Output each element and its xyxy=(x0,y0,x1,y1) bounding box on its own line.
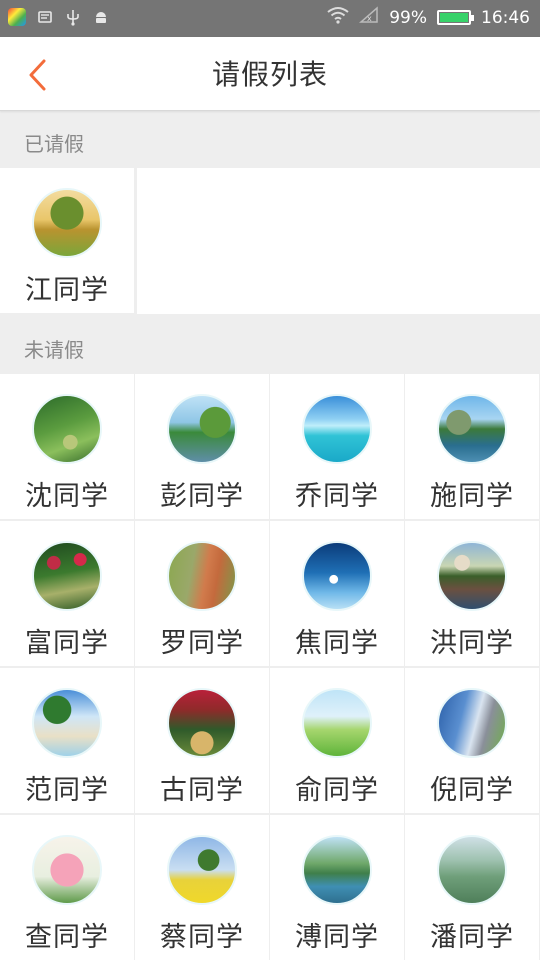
svg-text:x: x xyxy=(367,14,372,23)
android-debug-icon xyxy=(92,8,110,26)
student-avatar xyxy=(302,541,372,611)
student-card[interactable]: 沈同学 xyxy=(0,374,134,519)
student-avatar xyxy=(302,688,372,758)
student-avatar xyxy=(437,835,507,905)
app-notification-icon xyxy=(8,8,26,26)
student-avatar xyxy=(32,835,102,905)
battery-level xyxy=(440,13,468,22)
student-card[interactable]: 江同学 xyxy=(0,168,134,313)
student-card[interactable]: 溥同学 xyxy=(270,815,404,960)
section-label-not-on-leave: 未请假 xyxy=(24,338,84,362)
student-card[interactable]: 俞同学 xyxy=(270,668,404,813)
student-avatar xyxy=(32,394,102,464)
student-card[interactable]: 古同学 xyxy=(135,668,269,813)
student-name: 江同学 xyxy=(25,275,109,306)
student-avatar xyxy=(167,541,237,611)
clock: 16:46 xyxy=(481,7,530,28)
student-card[interactable]: 富同学 xyxy=(0,521,134,666)
message-notification-icon xyxy=(36,8,54,26)
student-name: 施同学 xyxy=(430,481,514,512)
status-indicators: x 99% 16:46 xyxy=(327,6,530,29)
student-name: 范同学 xyxy=(25,775,109,806)
student-avatar xyxy=(437,541,507,611)
student-name: 潘同学 xyxy=(430,922,514,953)
signal-icon: x xyxy=(359,6,379,29)
student-card[interactable]: 蔡同学 xyxy=(135,815,269,960)
student-name: 富同学 xyxy=(25,628,109,659)
student-avatar xyxy=(167,688,237,758)
student-avatar xyxy=(32,541,102,611)
student-card[interactable]: 范同学 xyxy=(0,668,134,813)
student-avatar xyxy=(437,688,507,758)
section-label-on-leave: 已请假 xyxy=(24,132,84,156)
status-notifications xyxy=(8,8,110,26)
student-name: 罗同学 xyxy=(160,628,244,659)
student-card[interactable]: 焦同学 xyxy=(270,521,404,666)
student-avatar xyxy=(302,394,372,464)
student-name: 古同学 xyxy=(160,775,244,806)
page-title: 请假列表 xyxy=(211,58,328,91)
battery-percent: 99% xyxy=(389,7,427,28)
wifi-icon xyxy=(327,6,349,29)
student-avatar xyxy=(437,394,507,464)
student-card[interactable]: 施同学 xyxy=(405,374,539,519)
on-leave-empty-area xyxy=(137,168,540,314)
student-card[interactable]: 潘同学 xyxy=(405,815,539,960)
student-card[interactable]: 彭同学 xyxy=(135,374,269,519)
status-bar: x 99% 16:46 xyxy=(0,0,540,37)
student-card[interactable]: 倪同学 xyxy=(405,668,539,813)
student-avatar xyxy=(32,188,102,258)
student-card[interactable]: 查同学 xyxy=(0,815,134,960)
student-name: 查同学 xyxy=(25,922,109,953)
student-name: 乔同学 xyxy=(295,481,379,512)
student-name: 溥同学 xyxy=(295,922,379,953)
student-avatar xyxy=(167,835,237,905)
student-name: 俞同学 xyxy=(295,775,379,806)
student-avatar xyxy=(32,688,102,758)
student-name: 蔡同学 xyxy=(160,922,244,953)
student-name: 倪同学 xyxy=(430,775,514,806)
student-card[interactable]: 乔同学 xyxy=(270,374,404,519)
student-card[interactable]: 洪同学 xyxy=(405,521,539,666)
usb-icon xyxy=(64,8,82,26)
student-name: 焦同学 xyxy=(295,628,379,659)
student-name: 洪同学 xyxy=(430,628,514,659)
app-header: 请假列表 xyxy=(0,37,540,111)
student-card[interactable]: 罗同学 xyxy=(135,521,269,666)
student-name: 沈同学 xyxy=(25,481,109,512)
student-avatar xyxy=(167,394,237,464)
battery-icon xyxy=(437,10,474,25)
student-name: 彭同学 xyxy=(160,481,244,512)
student-avatar xyxy=(302,835,372,905)
